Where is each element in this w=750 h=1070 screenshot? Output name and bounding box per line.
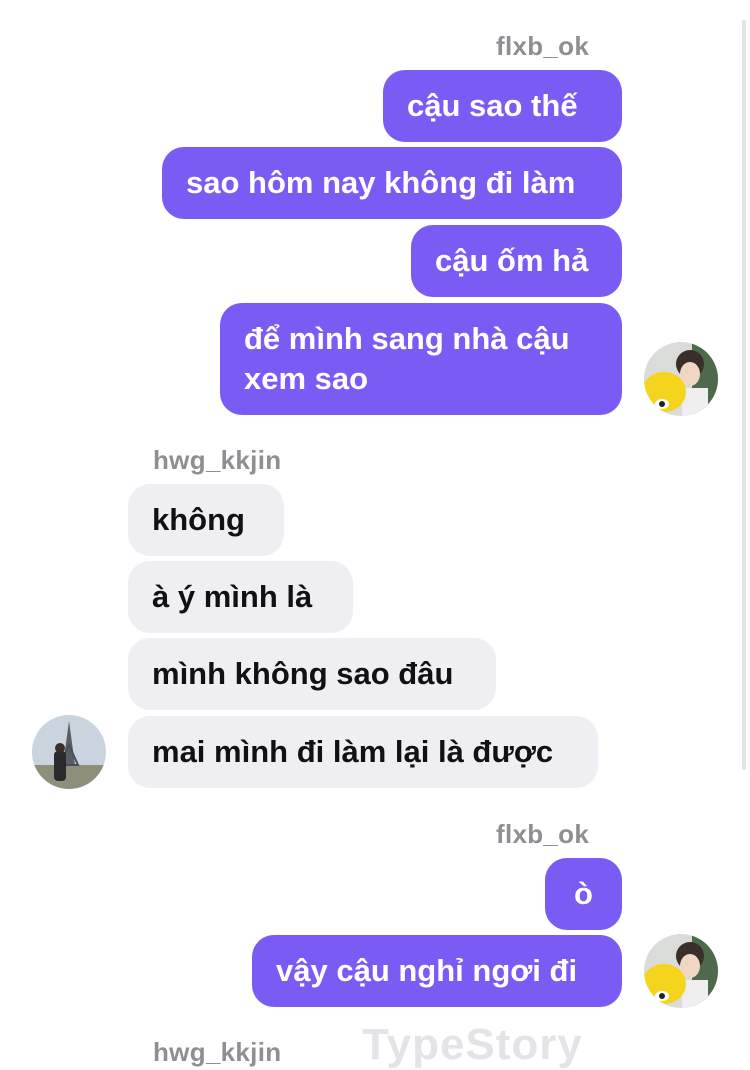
- avatar-image: [32, 715, 106, 789]
- message-bubble[interactable]: vậy cậu nghỉ ngơi đi: [252, 935, 622, 1007]
- message-bubble[interactable]: à ý mình là: [128, 561, 353, 633]
- watermark: TypeStory: [362, 1020, 583, 1069]
- message-bubble[interactable]: cậu ốm hả: [411, 225, 622, 297]
- scrollbar[interactable]: [742, 20, 746, 770]
- avatar[interactable]: [644, 934, 718, 1008]
- avatar[interactable]: [644, 342, 718, 416]
- message-bubble[interactable]: ò: [545, 858, 622, 930]
- message-bubble[interactable]: cậu sao thế: [383, 70, 622, 142]
- message-bubble[interactable]: mình không sao đâu: [128, 638, 496, 710]
- avatar-image: [644, 342, 718, 416]
- avatar-image: [644, 934, 718, 1008]
- sender-name: flxb_ok: [496, 31, 590, 61]
- sender-name: hwg_kkjin: [153, 445, 282, 475]
- avatar[interactable]: [32, 715, 106, 789]
- sender-name: flxb_ok: [496, 819, 590, 849]
- message-bubble[interactable]: không: [128, 484, 284, 556]
- message-line: để mình sang nhà cậu: [244, 321, 570, 356]
- message-bubble-multiline[interactable]: để mình sang nhà cậu xem sao: [220, 303, 622, 415]
- message-line: xem sao: [244, 361, 369, 396]
- sender-name: hwg_kkjin: [153, 1037, 282, 1067]
- message-bubble[interactable]: mai mình đi làm lại là được: [128, 716, 598, 788]
- message-bubble[interactable]: sao hôm nay không đi làm: [162, 147, 622, 219]
